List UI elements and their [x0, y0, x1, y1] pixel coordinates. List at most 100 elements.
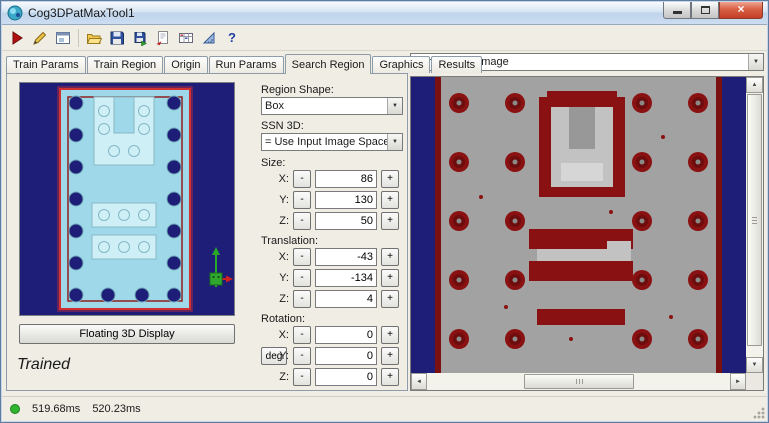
- rotation-y-increment-button[interactable]: +: [381, 347, 399, 365]
- measure-button[interactable]: [198, 27, 220, 49]
- rotation-y-axis-label: Y:: [279, 350, 289, 362]
- region-shape-combobox[interactable]: Box ▼: [261, 97, 403, 115]
- size-x-axis-label: X:: [278, 173, 289, 185]
- import-image-button[interactable]: [152, 27, 174, 49]
- resize-grip[interactable]: [752, 406, 765, 419]
- tab-run-params[interactable]: Run Params: [208, 56, 284, 73]
- tool-edit-area: Train Params Train Region Origin Run Par…: [6, 53, 483, 392]
- size-z-input[interactable]: [315, 212, 377, 230]
- size-x-decrement-button[interactable]: -: [293, 170, 311, 188]
- scroll-right-button[interactable]: ►: [730, 373, 746, 390]
- record-window-button[interactable]: [52, 27, 74, 49]
- scroll-up-icon: ▲: [751, 82, 758, 88]
- ssn3d-value: = Use Input Image Space: [265, 136, 387, 148]
- rotation-x-decrement-button[interactable]: -: [293, 326, 311, 344]
- rotation-y-input[interactable]: [315, 347, 377, 365]
- rotation-z-increment-button[interactable]: +: [381, 368, 399, 386]
- results-grid-button[interactable]: [175, 27, 197, 49]
- rotation-x-input[interactable]: [315, 326, 377, 344]
- rotation-y-decrement-button[interactable]: -: [293, 347, 311, 365]
- chevron-down-icon[interactable]: ▼: [748, 54, 763, 70]
- translation-y-input[interactable]: [315, 269, 377, 287]
- scroll-up-button[interactable]: ▲: [746, 77, 763, 93]
- size-z-decrement-button[interactable]: -: [293, 212, 311, 230]
- translation-label: Translation:: [261, 235, 319, 247]
- tab-results[interactable]: Results: [431, 56, 483, 73]
- translation-x-increment-button[interactable]: +: [381, 248, 399, 266]
- horizontal-scrollbar[interactable]: ◄ ►: [411, 373, 746, 390]
- rotation-x-increment-button[interactable]: +: [381, 326, 399, 344]
- horizontal-scroll-thumb[interactable]: [523, 374, 634, 389]
- size-y-decrement-button[interactable]: -: [293, 191, 311, 209]
- scroll-right-icon: ►: [735, 378, 741, 385]
- maximize-icon: [700, 6, 710, 14]
- chevron-down-icon[interactable]: ▼: [387, 98, 402, 114]
- scroll-left-button[interactable]: ◄: [411, 373, 427, 390]
- size-y-increment-button[interactable]: +: [381, 191, 399, 209]
- results-grid-icon: [179, 32, 193, 43]
- translation-z-increment-button[interactable]: +: [381, 290, 399, 308]
- translation-z-axis-label: Z:: [279, 293, 289, 305]
- rotation-z-row: Z: - +: [255, 368, 407, 386]
- tab-train-region[interactable]: Train Region: [86, 56, 164, 73]
- trained-status-text: Trained: [17, 356, 71, 373]
- translation-z-input[interactable]: [315, 290, 377, 308]
- maximize-button[interactable]: [691, 2, 719, 19]
- translation-x-row: X: - +: [255, 248, 407, 266]
- close-button[interactable]: ×: [719, 2, 763, 19]
- translation-y-increment-button[interactable]: +: [381, 269, 399, 287]
- chevron-down-icon[interactable]: ▼: [387, 134, 402, 150]
- ssn3d-combobox[interactable]: = Use Input Image Space ▼: [261, 133, 403, 151]
- window-title: Cog3DPatMaxTool1: [28, 6, 135, 20]
- image-display-panel: Current.InputImage ▼: [410, 53, 764, 391]
- help-button[interactable]: ?: [221, 27, 243, 49]
- vertical-scroll-thumb[interactable]: [747, 94, 762, 346]
- save-button[interactable]: [106, 27, 128, 49]
- status-indicator-icon: [10, 404, 20, 414]
- window-controls: ×: [663, 2, 763, 19]
- scroll-down-button[interactable]: ▼: [746, 357, 763, 373]
- 3d-display-view[interactable]: [19, 82, 235, 316]
- input-image-view[interactable]: ▲ ▼ ◄ ►: [410, 76, 764, 391]
- region-shape-value: Box: [265, 100, 284, 112]
- translation-x-decrement-button[interactable]: -: [293, 248, 311, 266]
- open-button[interactable]: [83, 27, 105, 49]
- input-image-rendering: [411, 77, 746, 373]
- size-z-axis-label: Z:: [279, 215, 289, 227]
- scroll-left-icon: ◄: [416, 378, 422, 385]
- size-y-input[interactable]: [315, 191, 377, 209]
- save-icon: [110, 31, 124, 44]
- tabstrip: Train Params Train Region Origin Run Par…: [6, 53, 483, 74]
- size-label: Size:: [261, 157, 286, 169]
- translation-z-decrement-button[interactable]: -: [293, 290, 311, 308]
- help-icon: ?: [228, 30, 236, 45]
- size-z-increment-button[interactable]: +: [381, 212, 399, 230]
- toolbar: ?: [2, 25, 767, 51]
- rotation-z-axis-label: Z:: [279, 371, 289, 383]
- rotation-z-input[interactable]: [315, 368, 377, 386]
- titlebar: Cog3DPatMaxTool1 ×: [2, 2, 767, 25]
- save-as-button[interactable]: [129, 27, 151, 49]
- minimize-button[interactable]: [663, 2, 691, 19]
- size-x-increment-button[interactable]: +: [381, 170, 399, 188]
- translation-x-input[interactable]: [315, 248, 377, 266]
- rotation-z-decrement-button[interactable]: -: [293, 368, 311, 386]
- app-icon: [7, 5, 23, 21]
- run-time-text: 519.68ms: [32, 403, 81, 415]
- tab-search-region[interactable]: Search Region: [284, 54, 372, 74]
- toolbar-separator: [78, 28, 79, 47]
- run-button[interactable]: [6, 27, 28, 49]
- measure-icon: [202, 31, 215, 43]
- translation-y-decrement-button[interactable]: -: [293, 269, 311, 287]
- vertical-scrollbar[interactable]: ▲ ▼: [746, 77, 763, 373]
- edit-pencil-icon: [33, 31, 47, 45]
- size-x-input[interactable]: [315, 170, 377, 188]
- tab-graphics[interactable]: Graphics: [372, 56, 431, 73]
- search-region-form: Region Shape: Box ▼ SSN 3D: = Use Input …: [255, 74, 407, 392]
- edit-button[interactable]: [29, 27, 51, 49]
- tab-train-params[interactable]: Train Params: [6, 56, 86, 73]
- scrollbar-corner: [746, 373, 763, 390]
- total-time-text: 520.23ms: [92, 403, 141, 415]
- floating-3d-display-button[interactable]: Floating 3D Display: [19, 324, 235, 344]
- tab-origin[interactable]: Origin: [164, 56, 208, 73]
